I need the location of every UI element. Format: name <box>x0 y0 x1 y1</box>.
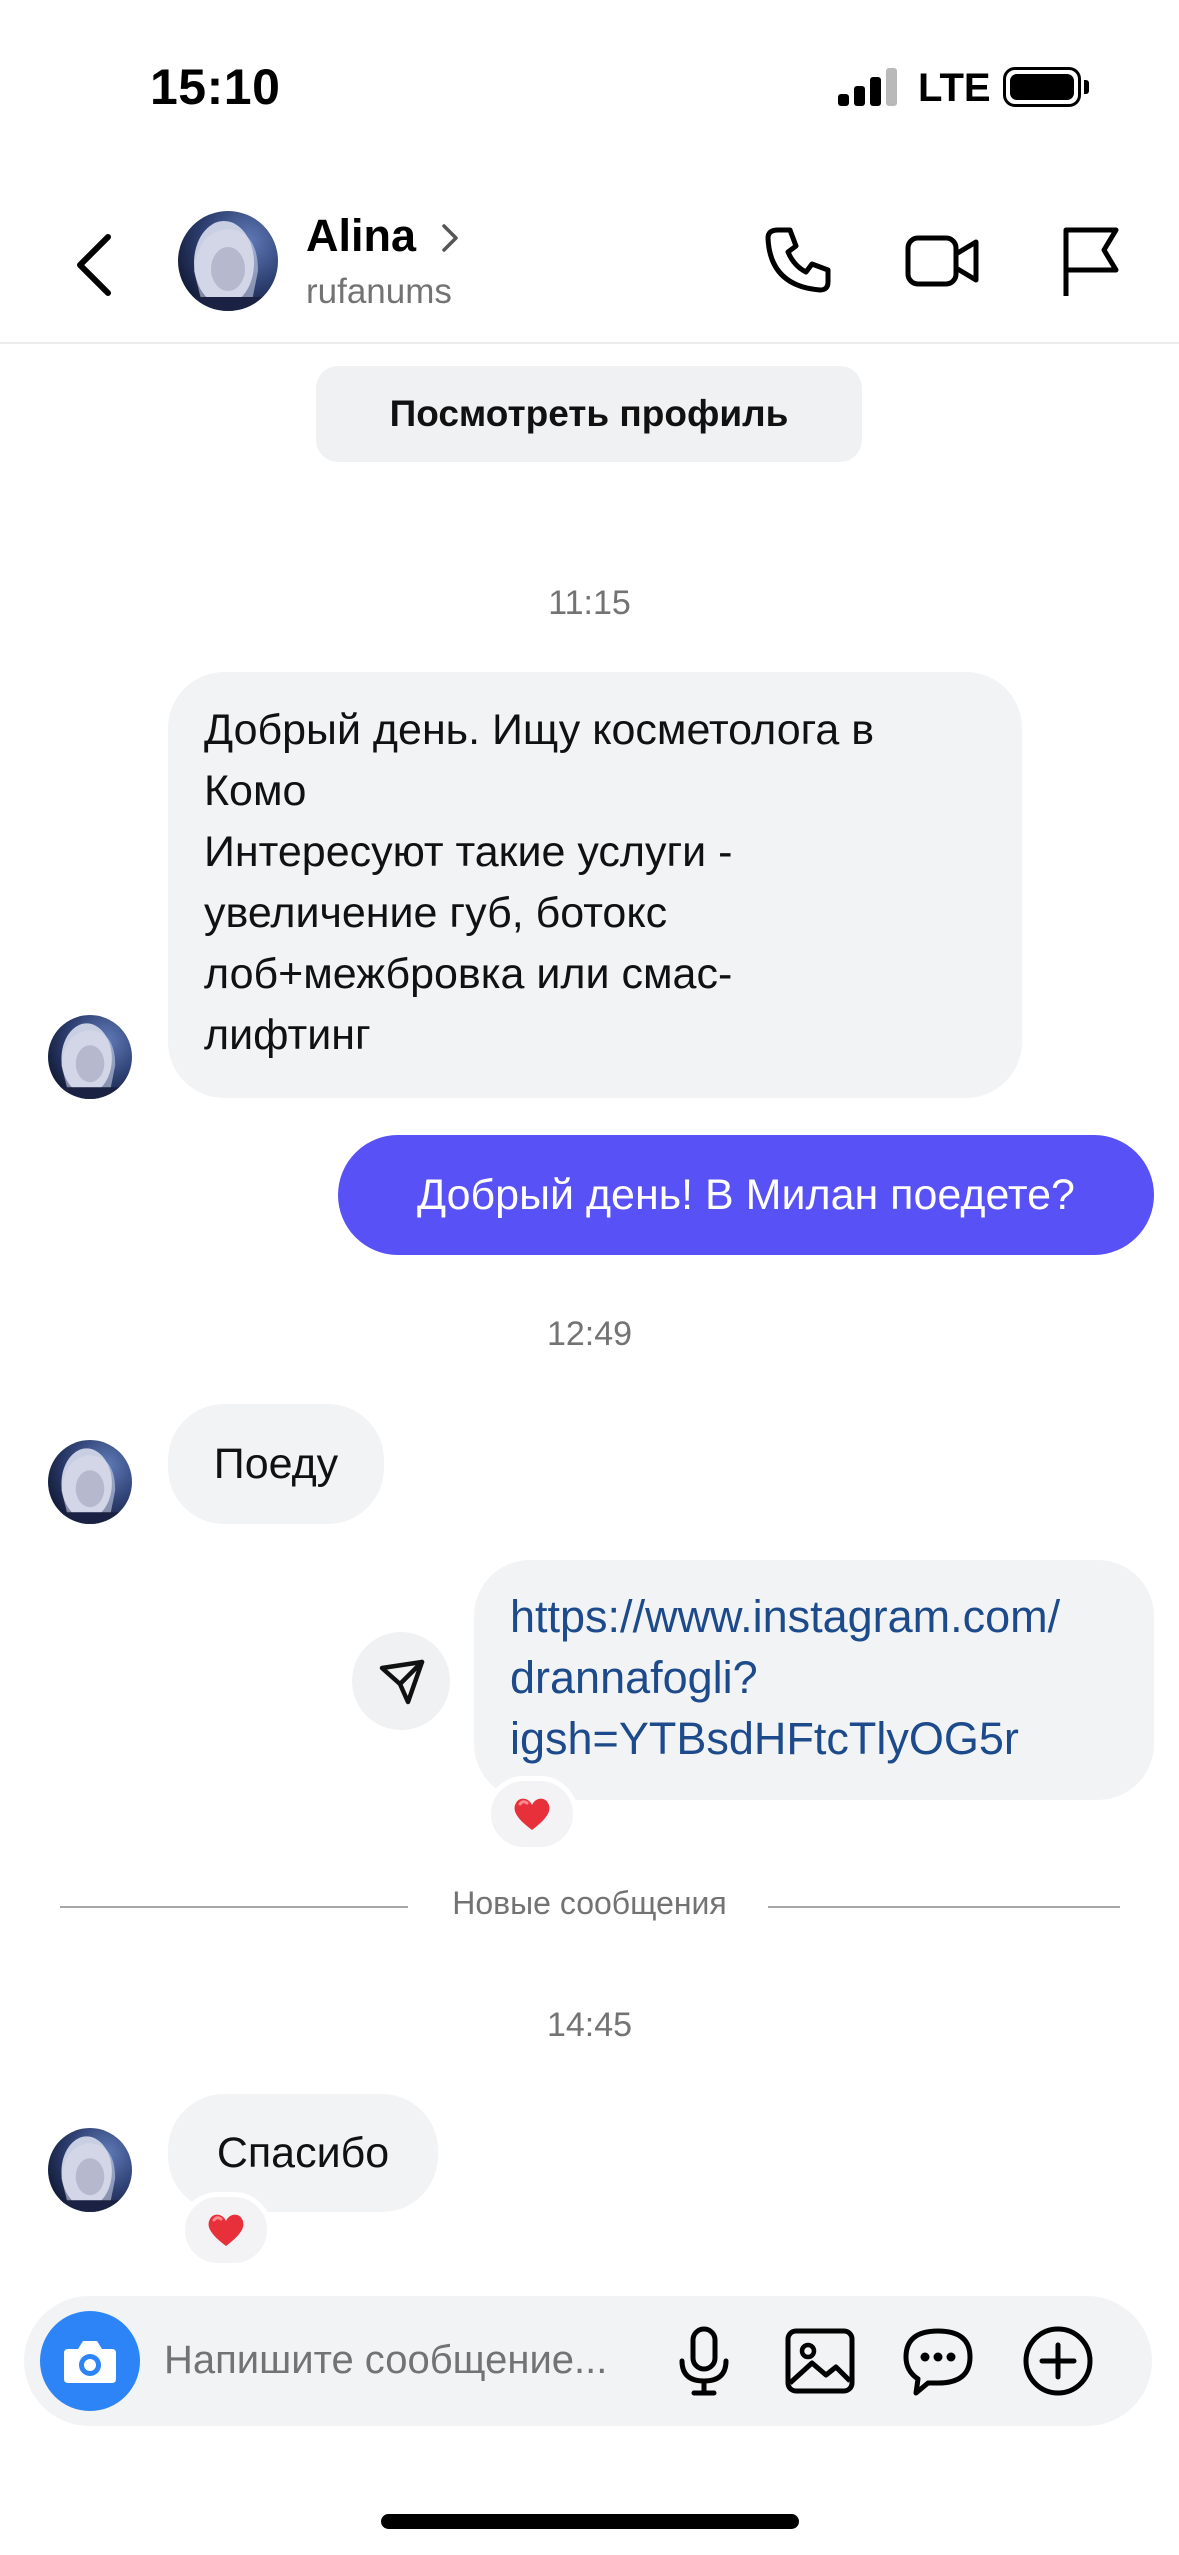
divider-line <box>768 1906 1120 1908</box>
gallery-icon <box>785 2328 855 2394</box>
message-bubble-incoming[interactable]: Поеду <box>168 1404 384 1524</box>
chat-header: Alina rufanums <box>0 170 1179 344</box>
message-composer <box>24 2296 1152 2426</box>
status-time: 15:10 <box>150 59 281 115</box>
phone-icon <box>765 227 831 293</box>
status-bar: 15:10 LTE <box>0 0 1179 170</box>
link-text[interactable]: drannafogli? <box>510 1647 1118 1708</box>
message-line: Комо <box>204 767 307 815</box>
plus-icon <box>1023 2326 1093 2396</box>
microphone-icon <box>679 2326 729 2396</box>
video-camera-icon <box>905 235 979 287</box>
send-icon <box>379 1659 425 1705</box>
video-call-button[interactable] <box>902 220 982 300</box>
battery-cap <box>1084 80 1089 94</box>
message-input[interactable] <box>164 2328 664 2392</box>
message-text: Спасибо <box>216 2128 390 2177</box>
network-label: LTE <box>918 66 991 110</box>
view-profile-button[interactable]: Посмотреть профиль <box>316 366 862 462</box>
link-text[interactable]: igsh=YTBsdHFtcTlyOG5r <box>510 1708 1118 1769</box>
message-text: Поеду <box>213 1439 339 1488</box>
more-button[interactable] <box>1018 2321 1098 2401</box>
battery-icon <box>1003 67 1081 107</box>
camera-button[interactable] <box>40 2311 140 2411</box>
sender-avatar[interactable] <box>48 1440 132 1524</box>
message-reaction[interactable] <box>486 1776 578 1852</box>
contact-name[interactable]: Alina <box>306 210 416 262</box>
link-text[interactable]: https://www.instagram.com/ <box>510 1586 1118 1647</box>
back-button[interactable] <box>60 225 130 305</box>
heart-icon <box>206 2212 246 2248</box>
timestamp: 12:49 <box>546 1315 633 1353</box>
report-button[interactable] <box>1052 220 1132 300</box>
sticker-icon <box>903 2328 973 2396</box>
contact-handle: rufanums <box>306 272 452 311</box>
new-messages-divider: Новые сообщения <box>452 1885 727 1921</box>
message-line: Интересуют такие услуги - <box>204 828 733 876</box>
message-line: увеличение губ, ботокс <box>204 889 668 937</box>
gallery-button[interactable] <box>780 2321 860 2401</box>
message-text: Добрый день! В Милан поедете? <box>417 1170 1075 1219</box>
heart-icon <box>512 1796 552 1832</box>
home-indicator[interactable] <box>381 2514 799 2529</box>
chevron-right-icon[interactable] <box>438 220 464 256</box>
message-line: лоб+межбровка или смас- <box>204 950 733 998</box>
message-line: лифтинг <box>204 1011 371 1059</box>
share-button[interactable] <box>352 1632 450 1730</box>
message-link-bubble[interactable]: https://www.instagram.com/ drannafogli? … <box>474 1560 1154 1800</box>
timestamp: 11:15 <box>548 584 631 622</box>
sender-avatar[interactable] <box>48 1015 132 1099</box>
message-reaction[interactable] <box>180 2192 272 2268</box>
flag-icon <box>1063 227 1119 296</box>
back-icon <box>77 234 111 296</box>
timestamp: 14:45 <box>546 2006 633 2044</box>
sender-avatar[interactable] <box>48 2128 132 2212</box>
call-button[interactable] <box>758 220 838 300</box>
camera-icon <box>64 2341 116 2383</box>
contact-avatar[interactable] <box>178 211 278 311</box>
message-bubble-incoming[interactable]: Добрый день. Ищу косметолога в Комо Инте… <box>168 672 1022 1098</box>
message-bubble-outgoing[interactable]: Добрый день! В Милан поедете? <box>338 1135 1154 1255</box>
signal-icon <box>838 68 898 106</box>
sticker-button[interactable] <box>898 2321 978 2401</box>
message-line: Добрый день. Ищу косметолога в <box>204 706 875 754</box>
voice-message-button[interactable] <box>664 2321 744 2401</box>
